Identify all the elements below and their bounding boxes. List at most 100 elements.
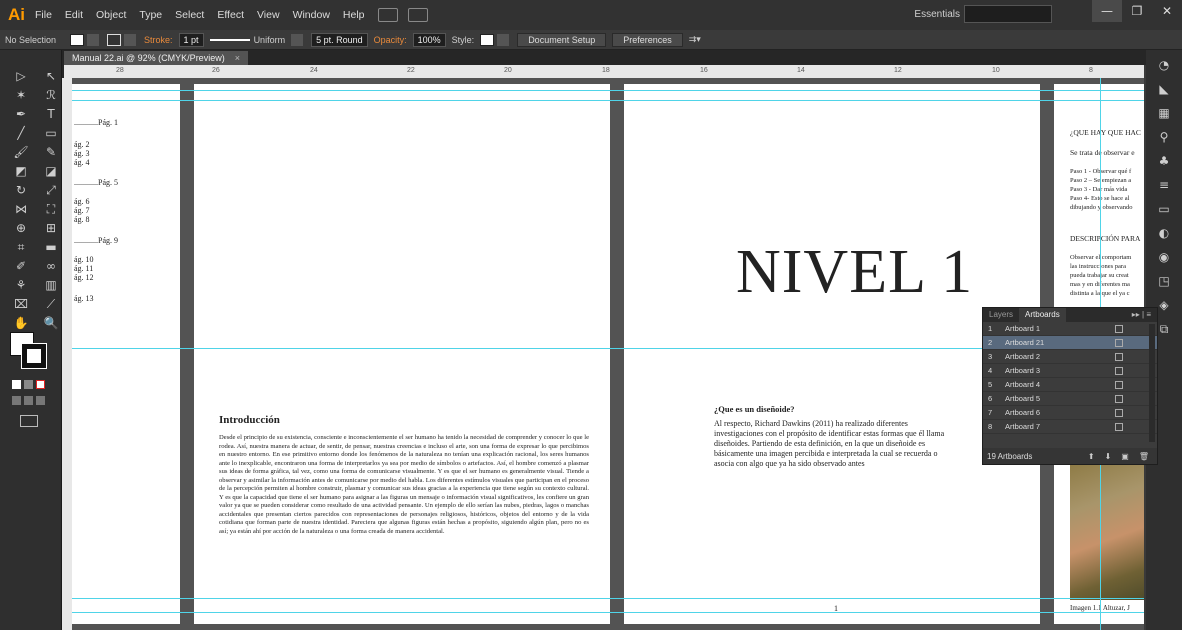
artboard-options-icon[interactable]	[1115, 408, 1123, 417]
style-dropdown[interactable]	[497, 33, 510, 46]
tab-artboards[interactable]: Artboards	[1019, 308, 1066, 322]
artboard-options-icon[interactable]	[1115, 338, 1123, 347]
eraser-tool-icon[interactable]: ◪	[38, 163, 64, 179]
opacity-field[interactable]: 100%	[412, 32, 446, 47]
painting-image[interactable]	[1070, 462, 1144, 600]
artboard-row[interactable]: 8 Artboard 7	[983, 420, 1157, 434]
draw-behind-icon[interactable]	[24, 396, 33, 405]
menu-help[interactable]: Help	[343, 9, 365, 21]
color-guide-icon[interactable]: ◣	[1156, 82, 1172, 98]
close-tab-icon[interactable]: ×	[235, 53, 240, 63]
direct-selection-tool-icon[interactable]: ↖	[38, 68, 64, 84]
guide-line[interactable]	[72, 90, 1144, 91]
artboard-row[interactable]: 4 Artboard 3	[983, 364, 1157, 378]
search-input[interactable]	[964, 5, 1052, 23]
eyedropper-tool-icon[interactable]: ✐	[8, 258, 34, 274]
artboard-row[interactable]: 3 Artboard 2	[983, 350, 1157, 364]
artboard-options-icon[interactable]	[1115, 366, 1123, 375]
menu-object[interactable]: Object	[96, 9, 126, 21]
perspective-grid-tool-icon[interactable]: ⊞	[38, 220, 64, 236]
artboard-tool-icon[interactable]: ⌧	[8, 296, 34, 312]
swatches-icon[interactable]: ▦	[1156, 106, 1172, 122]
guide-line[interactable]	[72, 100, 1144, 101]
artboard-options-icon[interactable]	[1115, 352, 1123, 361]
profile-dropdown[interactable]	[291, 33, 304, 46]
artboard-row[interactable]: 1 Artboard 1	[983, 322, 1157, 336]
artboard-row[interactable]: 5 Artboard 4	[983, 378, 1157, 392]
rotate-tool-icon[interactable]: ↻	[8, 182, 34, 198]
transparency-icon[interactable]: ◐	[1156, 226, 1172, 242]
blend-tool-icon[interactable]: ∞	[38, 258, 64, 274]
pen-tool-icon[interactable]: ✒	[8, 106, 34, 122]
fill-stroke-control[interactable]	[10, 332, 50, 372]
artboard-options-icon[interactable]	[1115, 380, 1123, 389]
slice-tool-icon[interactable]: ⟋	[38, 296, 64, 312]
minimize-button[interactable]: —	[1092, 0, 1122, 22]
artboard-row[interactable]: 7 Artboard 6	[983, 406, 1157, 420]
symbol-sprayer-tool-icon[interactable]: ⚘	[8, 277, 34, 293]
stroke-label[interactable]: Stroke:	[144, 35, 173, 45]
magic-wand-tool-icon[interactable]: ✶	[8, 87, 34, 103]
stroke-color-box[interactable]	[21, 343, 47, 369]
zoom-tool-icon[interactable]: 🔍	[38, 315, 64, 331]
tab-layers[interactable]: Layers	[983, 308, 1019, 322]
paintbrush-tool-icon[interactable]: 🖌	[8, 144, 34, 160]
bridge-icon[interactable]	[377, 8, 398, 22]
variable-width-profile[interactable]: Uniform	[254, 35, 286, 45]
column-graph-tool-icon[interactable]: ▥	[38, 277, 64, 293]
free-transform-tool-icon[interactable]: ⛶	[38, 201, 64, 217]
brush-definition[interactable]: 5 pt. Round	[311, 32, 368, 47]
artboard-options-icon[interactable]	[1115, 394, 1123, 403]
menu-edit[interactable]: Edit	[65, 9, 83, 21]
close-button[interactable]: ✕	[1152, 0, 1182, 22]
artboard-row[interactable]: 2 Artboard 21	[983, 336, 1157, 350]
stroke-dropdown[interactable]	[124, 33, 137, 46]
artboards-icon[interactable]: ⧉	[1156, 322, 1172, 338]
menu-view[interactable]: View	[257, 9, 280, 21]
color-mode-icon[interactable]	[12, 380, 21, 389]
artboard-index[interactable]: ............Pág. 1 ág. 2 ág. 3 ág. 4 ...…	[72, 84, 180, 624]
brushes-icon[interactable]: ⚲	[1156, 130, 1172, 146]
restore-button[interactable]: ❐	[1122, 0, 1152, 22]
hand-tool-icon[interactable]: ✋	[8, 315, 34, 331]
artboard-options-icon[interactable]	[1115, 324, 1123, 333]
draw-normal-icon[interactable]	[12, 396, 21, 405]
align-options-icon[interactable]: ⇉▾	[689, 34, 701, 45]
artboard-row[interactable]: 6 Artboard 5	[983, 392, 1157, 406]
arrange-documents-icon[interactable]	[407, 8, 428, 22]
workspace-switcher[interactable]: Essentials	[914, 9, 960, 20]
panel-scrollbar[interactable]	[1149, 324, 1155, 442]
color-panel-icon[interactable]: ◔	[1156, 58, 1172, 74]
appearance-icon[interactable]: ◉	[1156, 250, 1172, 266]
guide-line[interactable]	[72, 598, 1144, 599]
menu-window[interactable]: Window	[293, 9, 330, 21]
style-swatch[interactable]	[480, 33, 495, 46]
preferences-button[interactable]: Preferences	[612, 32, 683, 47]
graphic-styles-icon[interactable]: ◳	[1156, 274, 1172, 290]
shape-builder-tool-icon[interactable]: ⊕	[8, 220, 34, 236]
menu-file[interactable]: File	[35, 9, 52, 21]
panel-menu-icon[interactable]: ▸▸ | ≡	[1126, 308, 1157, 322]
new-artboard-icon[interactable]: ▣	[1121, 452, 1129, 461]
draw-inside-icon[interactable]	[36, 396, 45, 405]
scale-tool-icon[interactable]: ⤢	[38, 182, 64, 198]
artboard-options-icon[interactable]	[1115, 422, 1123, 431]
gradient-mode-icon[interactable]	[24, 380, 33, 389]
stroke-weight-field[interactable]: 1 pt	[178, 32, 204, 47]
stroke-swatch[interactable]	[107, 33, 122, 46]
blob-brush-tool-icon[interactable]: ◩	[8, 163, 34, 179]
document-setup-button[interactable]: Document Setup	[517, 32, 607, 47]
menu-type[interactable]: Type	[139, 9, 162, 21]
menu-select[interactable]: Select	[175, 9, 204, 21]
artboard-introduccion[interactable]: Introducción Desde el principio de su ex…	[194, 84, 610, 624]
layers-icon[interactable]: ◈	[1156, 298, 1172, 314]
guide-line[interactable]	[72, 612, 1144, 613]
gradient-panel-icon[interactable]: ▭	[1156, 202, 1172, 218]
delete-artboard-icon[interactable]: 🗑	[1139, 452, 1149, 461]
lasso-tool-icon[interactable]: ℛ	[38, 87, 64, 103]
symbols-icon[interactable]: ♣	[1156, 154, 1172, 170]
menu-effect[interactable]: Effect	[217, 9, 244, 21]
type-tool-icon[interactable]: T	[38, 106, 64, 122]
opacity-label[interactable]: Opacity:	[374, 35, 407, 45]
pencil-tool-icon[interactable]: ✎	[38, 144, 64, 160]
